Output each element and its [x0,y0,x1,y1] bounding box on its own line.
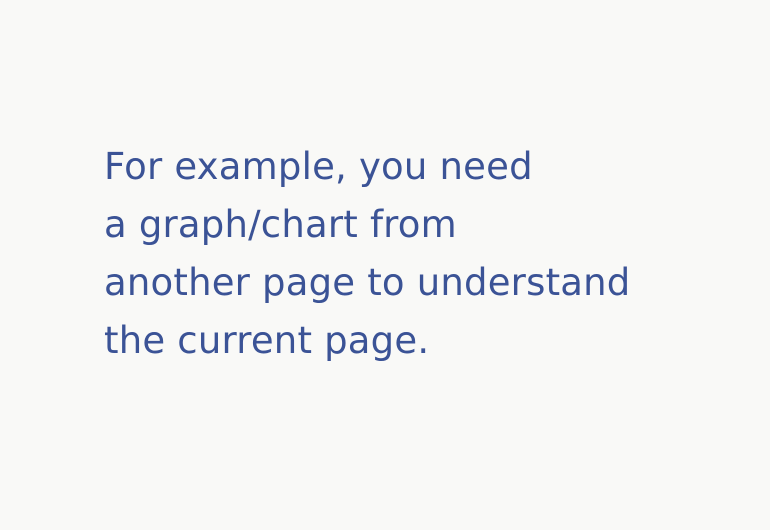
text-line-4: the current page. [104,319,430,362]
text-line-2: a graph/chart from [104,203,457,246]
slide-canvas: For example, you need a graph/chart from… [0,0,770,530]
text-line-3: another page to understand [104,261,631,304]
body-text-block: For example, you need a graph/chart from… [104,138,631,370]
text-line-1: For example, you need [104,145,533,188]
